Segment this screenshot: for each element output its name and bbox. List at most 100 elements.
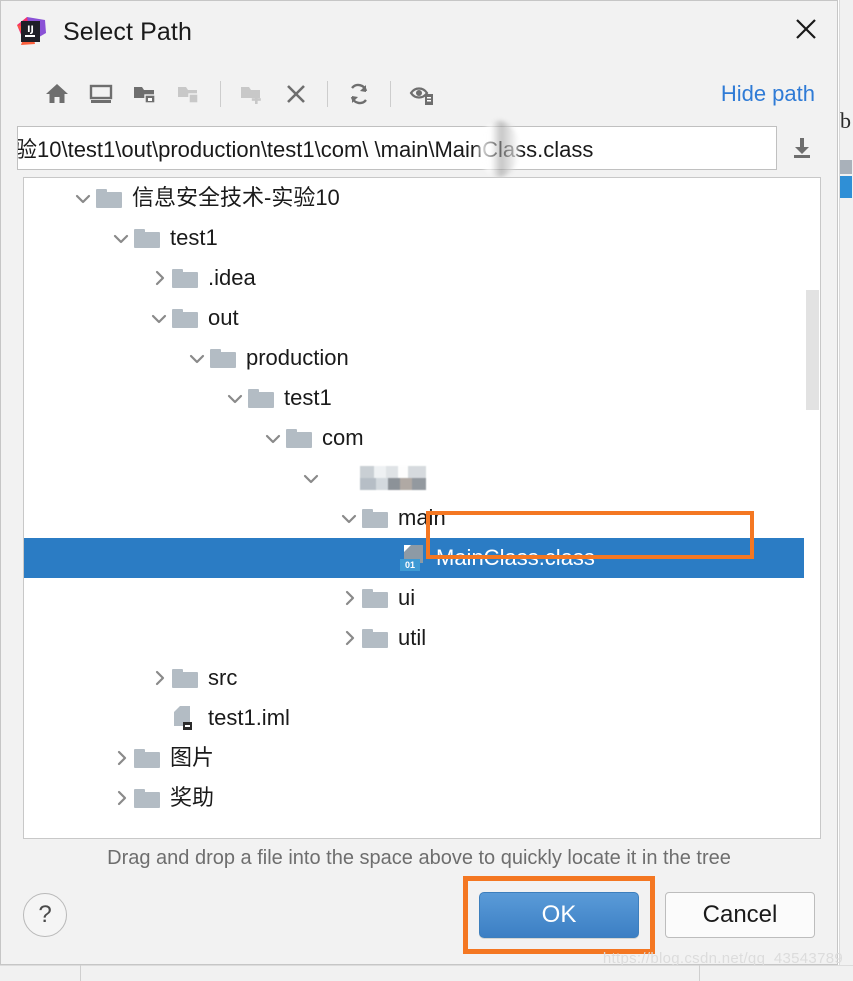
show-hidden-files-button[interactable] [400, 74, 444, 114]
ok-button[interactable]: OK [479, 892, 639, 938]
home-icon [46, 84, 68, 103]
tree-row[interactable]: 奖助 [24, 778, 820, 818]
tree-toggle[interactable] [222, 385, 248, 411]
tree-row-label: MainClass.class [436, 545, 595, 570]
close-button[interactable] [775, 1, 837, 57]
tree-scrollbar-thumb[interactable] [806, 290, 819, 410]
tree-toggle[interactable] [146, 305, 172, 331]
help-button[interactable]: ? [23, 893, 67, 937]
path-collapse-button[interactable] [777, 126, 827, 170]
chevron-right-icon [155, 270, 165, 286]
background-status-bar-divider [80, 965, 81, 981]
tree-toggle[interactable] [336, 625, 362, 651]
home-button[interactable] [35, 74, 79, 114]
tree-toggle[interactable] [336, 505, 362, 531]
folder-icon [362, 585, 392, 611]
tree-vertical-scrollbar[interactable] [804, 178, 820, 838]
tree-row-label: src [208, 665, 238, 690]
tree-row-label: 信息安全技术-实验10 [132, 185, 340, 210]
tree-row-label: out [208, 305, 239, 330]
tree-row[interactable]: 01 MainClass.class [24, 538, 820, 578]
tree-toggle[interactable] [260, 425, 286, 451]
chevron-right-icon [345, 630, 355, 646]
tree-row[interactable]: ui [24, 578, 820, 618]
intellij-idea-logo-icon: IJ [15, 16, 47, 48]
svg-text:IJ: IJ [27, 25, 34, 35]
folder-icon [172, 665, 202, 691]
path-input[interactable]: 验10\test1\out\production\test1\com\ \mai… [17, 126, 777, 170]
chevron-down-icon [113, 234, 129, 244]
tree-toggle[interactable] [298, 465, 324, 491]
redacted-folder-name [360, 466, 426, 490]
tree-toggle[interactable] [146, 665, 172, 691]
desktop-button[interactable] [79, 74, 123, 114]
toolbar-separator-3 [390, 81, 391, 107]
dialog-title-bar: IJ Select Path [1, 1, 837, 63]
tree-toggle[interactable] [184, 345, 210, 371]
file-tree: 信息安全技术-实验10 test1 .idea out production test1 c… [24, 178, 820, 838]
class-file-icon: 01 [400, 545, 430, 571]
tree-toggle[interactable] [146, 265, 172, 291]
toolbar-separator-2 [327, 81, 328, 107]
tree-row-label: production [246, 345, 349, 370]
new-folder-icon [241, 87, 261, 104]
project-folder-icon [134, 87, 156, 104]
tree-row[interactable]: test1.iml [24, 698, 820, 738]
tree-row-label: .idea [208, 265, 256, 290]
refresh-button[interactable] [337, 74, 381, 114]
tree-row[interactable]: test1 [24, 218, 820, 258]
delete-x-icon [287, 85, 305, 103]
chevron-down-icon [227, 394, 243, 404]
new-folder-button[interactable] [230, 74, 274, 114]
drag-drop-hint: Drag and drop a file into the space abov… [107, 847, 731, 869]
chevron-right-icon [345, 590, 355, 606]
tree-row[interactable]: com [24, 418, 820, 458]
tree-row-label: com [322, 425, 364, 450]
folder-icon [286, 425, 316, 451]
chevron-right-icon [117, 750, 127, 766]
folder-icon [362, 625, 392, 651]
tree-toggle[interactable] [108, 785, 134, 811]
ok-button-wrapper: OK [463, 876, 655, 954]
chevron-right-icon [155, 670, 165, 686]
chevron-down-icon [303, 474, 319, 484]
desktop-icon [89, 84, 113, 103]
tree-row-label: main [398, 505, 446, 530]
iml-file-icon [172, 705, 202, 731]
hide-path-link[interactable]: Hide path [721, 81, 819, 107]
tree-row[interactable]: main [24, 498, 820, 538]
background-editor-text: b [840, 108, 851, 133]
dialog-footer: ? OK Cancel [1, 872, 837, 964]
folder-icon [134, 225, 164, 251]
chevron-down-icon [151, 314, 167, 324]
tree-toggle[interactable] [108, 745, 134, 771]
tree-row[interactable]: out [24, 298, 820, 338]
redacted-folder-icon [324, 465, 354, 491]
tree-toggle[interactable] [336, 585, 362, 611]
tree-row-label: test1.iml [208, 705, 290, 730]
path-row: 验10\test1\out\production\test1\com\ \mai… [1, 121, 837, 177]
tree-row[interactable]: .idea [24, 258, 820, 298]
tree-row[interactable]: production [24, 338, 820, 378]
folder-icon [172, 265, 202, 291]
tree-toggle[interactable] [108, 225, 134, 251]
tree-toggle[interactable] [70, 185, 96, 211]
tree-row[interactable]: test1 [24, 378, 820, 418]
tree-row-label: 图片 [170, 745, 215, 770]
download-arrow-icon [794, 138, 810, 158]
chevron-down-icon [75, 194, 91, 204]
tree-row[interactable]: src [24, 658, 820, 698]
folder-icon [96, 185, 126, 211]
project-folder-button[interactable] [123, 74, 167, 114]
tree-row[interactable]: 图片 [24, 738, 820, 778]
cancel-button[interactable]: Cancel [665, 892, 815, 938]
tree-row[interactable] [24, 458, 820, 498]
select-path-dialog: IJ Select Path Hide path 验10\test1\out\p… [0, 0, 838, 965]
folder-icon [134, 785, 164, 811]
chevron-down-icon [265, 434, 281, 444]
tree-row-label: test1 [284, 385, 332, 410]
module-folder-button[interactable] [167, 74, 211, 114]
tree-row[interactable]: util [24, 618, 820, 658]
tree-row[interactable]: 信息安全技术-实验10 [24, 178, 820, 218]
delete-button[interactable] [274, 74, 318, 114]
